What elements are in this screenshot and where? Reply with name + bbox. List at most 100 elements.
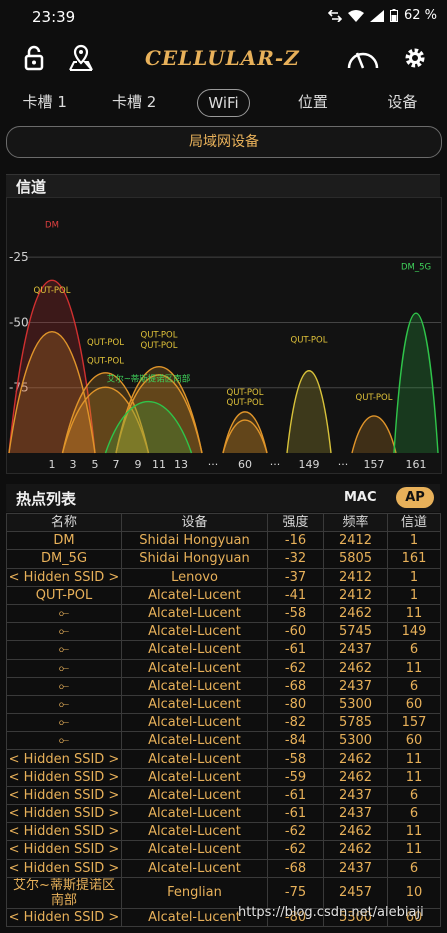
table-cell: Shidai Hongyuan [121, 549, 268, 569]
table-cell: 5745 [323, 622, 388, 642]
table-cell: -32 [267, 549, 324, 569]
table-cell: ⟜ [6, 713, 122, 733]
table-cell: DM [6, 531, 122, 551]
table-cell: < Hidden SSID > [6, 858, 122, 878]
table-cell: 161 [387, 549, 441, 569]
table-row[interactable]: QUT-POL Alcatel-Lucent -41 2412 1 [6, 585, 441, 605]
status-bar: 23:39 62 % [0, 0, 447, 34]
table-row[interactable]: ⟜ Alcatel-Lucent -84 5300 60 [6, 731, 441, 751]
table-row[interactable]: ⟜ Alcatel-Lucent -68 2437 6 [6, 676, 441, 696]
table-cell: 2437 [323, 858, 388, 878]
x-tick-label: ··· [208, 458, 219, 471]
table-cell: 1 [387, 567, 441, 587]
channel-curve [286, 370, 332, 454]
curve-label: QUT-POL [227, 398, 264, 408]
table-row[interactable]: < Hidden SSID > Alcatel-Lucent -61 2437 6 [6, 785, 441, 806]
gear-icon[interactable] [401, 44, 429, 72]
watermark: https://blog.csdn.net/alebiaji [238, 905, 424, 920]
column-header[interactable]: 频率 [323, 512, 388, 533]
x-tick-label: ··· [338, 458, 349, 471]
map-marker-icon[interactable] [67, 44, 95, 72]
table-cell: 5300 [323, 694, 388, 715]
table-cell: -62 [267, 840, 324, 860]
tab-device[interactable]: 设备 [358, 86, 447, 120]
table-row[interactable]: ⟜ Alcatel-Lucent -58 2462 11 [6, 603, 441, 624]
table-row[interactable]: < Hidden SSID > Alcatel-Lucent -62 2462 11 [6, 840, 441, 860]
tab-sim1[interactable]: 卡槽 1 [0, 86, 89, 120]
table-header-row: 名称 设备 强度 频率 信道 [6, 512, 441, 533]
table-cell: 11 [387, 603, 441, 624]
table-row[interactable]: < Hidden SSID > Alcatel-Lucent -58 2462 11 [6, 749, 441, 769]
tab-label: 设备 [387, 93, 418, 111]
y-tick-label: -50 [9, 315, 29, 329]
table-cell: < Hidden SSID > [6, 803, 122, 824]
table-cell: -61 [267, 640, 324, 660]
table-cell: 2437 [323, 803, 388, 824]
table-cell: Alcatel-Lucent [121, 713, 268, 733]
table-row[interactable]: ⟜ Alcatel-Lucent -62 2462 11 [6, 658, 441, 678]
table-cell: 11 [387, 840, 441, 860]
column-header[interactable]: 强度 [267, 512, 324, 533]
table-cell: 11 [387, 822, 441, 842]
tab-label: 位置 [297, 93, 328, 111]
table-row[interactable]: < Hidden SSID > Alcatel-Lucent -61 2437 6 [6, 803, 441, 824]
table-row[interactable]: ⟜ Alcatel-Lucent -61 2437 6 [6, 640, 441, 660]
table-cell: Alcatel-Lucent [121, 676, 268, 696]
curve-label: QUT-POL [227, 388, 264, 398]
table-cell: -61 [267, 803, 324, 824]
x-tick-label: 13 [174, 458, 188, 471]
lan-devices-button[interactable]: 局域网设备 [6, 126, 442, 158]
tab-sim2[interactable]: 卡槽 2 [89, 86, 178, 120]
table-row[interactable]: < Hidden SSID > Lenovo -37 2412 1 [6, 567, 441, 587]
table-cell: 2412 [323, 567, 388, 587]
table-cell: Fenglian [121, 876, 268, 909]
table-cell: 2462 [323, 822, 388, 842]
curve-label: DM [45, 221, 59, 231]
table-cell: ⟜ [6, 694, 122, 715]
table-cell: Alcatel-Lucent [121, 858, 268, 878]
table-row[interactable]: DM Shidai Hongyuan -16 2412 1 [6, 531, 441, 551]
table-row[interactable]: 艾尔~蒂斯提诺区南部 Fenglian -75 2457 10 [6, 876, 441, 909]
table-row[interactable]: < Hidden SSID > Alcatel-Lucent -59 2462 11 [6, 767, 441, 787]
table-cell: < Hidden SSID > [6, 907, 122, 927]
column-header[interactable]: 名称 [6, 512, 122, 533]
table-cell: -82 [267, 713, 324, 733]
curve-label: QUT-POL [141, 330, 178, 340]
table-cell: -60 [267, 622, 324, 642]
table-cell: -37 [267, 567, 324, 587]
x-tick-label: 9 [135, 458, 142, 471]
hotspot-table: 名称 设备 强度 频率 信道 DM Shidai Hongyuan -16 2412 1 DM_5… [6, 512, 441, 927]
tab-location[interactable]: 位置 [268, 86, 357, 120]
table-row[interactable]: ⟜ Alcatel-Lucent -80 5300 60 [6, 694, 441, 715]
mac-toggle[interactable]: MAC [344, 490, 377, 505]
table-cell: -84 [267, 731, 324, 751]
lock-icon[interactable] [20, 44, 48, 72]
x-tick-label: 149 [299, 458, 320, 471]
tab-label: WiFi [197, 89, 250, 117]
table-cell: 5805 [323, 549, 388, 569]
table-row[interactable]: < Hidden SSID > Alcatel-Lucent -68 2437 6 [6, 858, 441, 878]
curve-label: QUT-POL [141, 341, 178, 351]
x-tick-label: 5 [92, 458, 99, 471]
column-header[interactable]: 设备 [121, 512, 268, 533]
table-row[interactable]: ⟜ Alcatel-Lucent -60 5745 149 [6, 622, 441, 642]
column-header[interactable]: 信道 [387, 512, 441, 533]
x-tick-label: 7 [113, 458, 120, 471]
channel-curve [222, 419, 268, 454]
ap-toggle[interactable]: AP [396, 487, 434, 508]
table-cell: DM_5G [6, 549, 122, 569]
table-cell: 2412 [323, 531, 388, 551]
table-cell: -58 [267, 749, 324, 769]
table-cell: Alcatel-Lucent [121, 749, 268, 769]
x-tick-label: 161 [406, 458, 427, 471]
table-cell: -68 [267, 858, 324, 878]
tab-wifi[interactable]: WiFi [179, 86, 268, 120]
curve-label: QUT-POL [356, 393, 393, 403]
table-cell: 6 [387, 785, 441, 806]
table-row[interactable]: DM_5G Shidai Hongyuan -32 5805 161 [6, 549, 441, 569]
speedometer-icon[interactable] [345, 44, 381, 72]
table-cell: 6 [387, 640, 441, 660]
table-row[interactable]: < Hidden SSID > Alcatel-Lucent -62 2462 11 [6, 822, 441, 842]
table-row[interactable]: ⟜ Alcatel-Lucent -82 5785 157 [6, 713, 441, 733]
table-cell: Alcatel-Lucent [121, 603, 268, 624]
